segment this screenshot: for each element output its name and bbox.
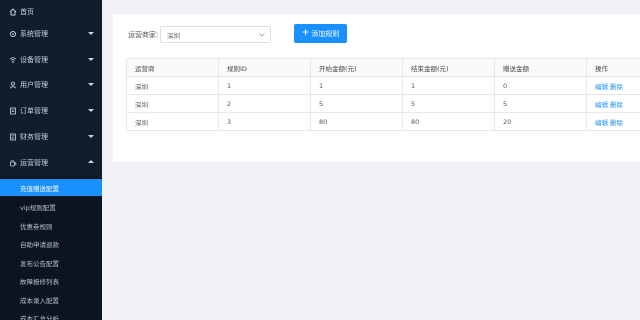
add-rule-label: 添加规则 [311,29,340,38]
edit-link[interactable]: 编辑 [595,119,608,127]
table-cell: 2 [218,94,311,113]
table-cell: 1 [218,76,311,95]
sidebar-item-orders[interactable]: 订单管理 [0,104,102,118]
delete-link[interactable]: 删除 [610,119,623,127]
sidebar-item-label: 系统管理 [20,30,48,38]
home-icon [8,8,17,17]
table-row: 深圳 3 80 80 20 编辑 删除 [126,112,640,131]
submenu-item-cost-summary[interactable]: 成本汇总分析 [0,309,102,320]
delete-link[interactable]: 删除 [610,101,623,109]
column-header-actions: 操作 [586,58,640,77]
table-actions-cell: 编辑 删除 [586,94,640,113]
edit-link[interactable]: 编辑 [595,83,608,91]
chevron-up-icon [88,160,94,163]
chevron-down-icon [88,58,94,61]
operator-select[interactable]: 深圳 [160,26,271,43]
table-cell: 深圳 [126,94,219,113]
table-actions-cell: 编辑 删除 [586,76,640,95]
table-cell: 20 [494,112,587,131]
operator-select-value: 深圳 [167,31,180,40]
sidebar-item-label: 用户管理 [20,81,48,89]
sidebar-item-label: 运营管理 [20,159,48,167]
operations-submenu: 充值赠送配置 vip规则配置 优惠券规则 自助申请退款 发布公告配置 故障报修列… [0,177,102,320]
submenu-item-fault-reports[interactable]: 故障报修列表 [0,272,102,289]
chevron-down-icon [88,109,94,112]
order-icon [8,107,17,116]
submenu-item-announcements[interactable]: 发布公告配置 [0,254,102,271]
table-row: 深圳 2 5 5 5 编辑 删除 [126,94,640,113]
table-row: 深圳 1 1 1 0 编辑 删除 [126,76,640,95]
sidebar-item-operations[interactable]: 运营管理 [0,156,102,170]
table-cell: 5 [310,94,403,113]
sidebar-item-label: 首页 [20,8,34,16]
rules-table: 运营商 规则ID 开始金额(元) 结束金额(元) 赠送金额 操作 深圳 1 1 … [126,58,640,131]
column-header-operator: 运营商 [126,58,219,77]
plus-icon: + [301,28,310,38]
sidebar-item-system[interactable]: 系统管理 [0,27,102,41]
table-cell: 80 [402,112,495,131]
submenu-item-vip-rules[interactable]: vip规则配置 [0,198,102,215]
table-cell: 3 [218,112,311,131]
chevron-down-icon [88,135,94,138]
column-header-rule-id: 规则ID [218,58,311,77]
column-header-end-amount: 结束金额(元) [402,58,495,77]
sidebar-item-label: 订单管理 [20,107,48,115]
chevron-down-icon [88,32,94,35]
operations-icon [8,159,17,168]
table-cell: 深圳 [126,76,219,95]
add-rule-button[interactable]: + 添加规则 [294,24,347,43]
table-cell: 5 [494,94,587,113]
sidebar-item-users[interactable]: 用户管理 [0,78,102,92]
chevron-down-icon [88,83,94,86]
table-cell: 0 [494,76,587,95]
table-actions-cell: 编辑 删除 [586,112,640,131]
submenu-item-coupon-rules[interactable]: 优惠券规则 [0,217,102,234]
table-cell: 5 [402,94,495,113]
table-header-row: 运营商 规则ID 开始金额(元) 结束金额(元) 赠送金额 操作 [126,58,640,77]
column-header-bonus-amount: 赠送金额 [494,58,587,77]
sidebar-item-label: 财务管理 [20,133,48,141]
submenu-item-recharge-bonus[interactable]: 充值赠送配置 [0,179,102,196]
edit-link[interactable]: 编辑 [595,101,608,109]
submenu-item-cost-entry[interactable]: 成本录入配置 [0,291,102,308]
device-icon [8,56,17,65]
sidebar: 首页 系统管理 设备管理 用户管理 订单管理 财务管理 运营管理 充值赠送配置 … [0,0,102,320]
table-cell: 80 [310,112,403,131]
table-cell: 1 [310,76,403,95]
sidebar-item-home[interactable]: 首页 [0,5,102,19]
submenu-item-refund-requests[interactable]: 自助申请退款 [0,235,102,252]
table-cell: 深圳 [126,112,219,131]
user-icon [8,81,17,90]
finance-icon [8,133,17,142]
gear-icon [8,30,17,39]
sidebar-item-finance[interactable]: 财务管理 [0,130,102,144]
delete-link[interactable]: 删除 [610,83,623,91]
operator-filter-label: 运营商家: [128,31,159,39]
chevron-down-icon [259,31,265,37]
table-cell: 1 [402,76,495,95]
sidebar-item-devices[interactable]: 设备管理 [0,53,102,67]
sidebar-item-label: 设备管理 [20,56,48,64]
column-header-start-amount: 开始金额(元) [310,58,403,77]
